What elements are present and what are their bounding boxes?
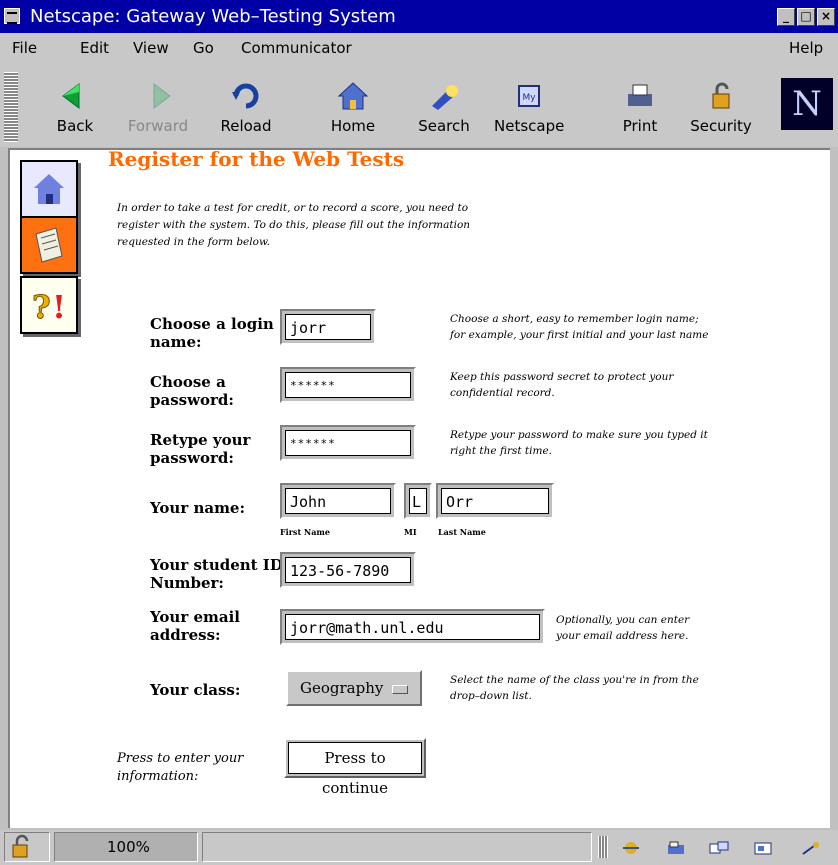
netscape-label: Netscape xyxy=(494,117,565,135)
page-title: Register for the Web Tests xyxy=(108,147,405,171)
intro-line-3: requested in the form below. xyxy=(117,236,271,248)
mailbox-icon[interactable] xyxy=(666,840,688,856)
continue-button[interactable]: Press to continue xyxy=(284,738,426,797)
security-button[interactable]: Security xyxy=(686,80,756,135)
back-button[interactable]: Back xyxy=(40,80,110,135)
menu-help[interactable]: Help xyxy=(789,39,823,57)
submit-prompt: Press to enter your information: xyxy=(117,751,244,784)
maximize-icon[interactable]: □ xyxy=(797,8,815,26)
student-id-input[interactable]: 123-56-7890 xyxy=(280,552,416,588)
unlocked-padlock-icon xyxy=(12,834,29,858)
search-flashlight-icon xyxy=(432,85,458,110)
retype-password-input[interactable]: ****** xyxy=(280,425,416,461)
netscape-logo[interactable]: N xyxy=(781,78,833,130)
menu-view[interactable]: View xyxy=(133,39,169,57)
first-name-input[interactable]: John xyxy=(280,483,396,519)
forward-arrow-icon xyxy=(153,83,171,109)
toolbar-grip[interactable] xyxy=(4,72,18,142)
middle-initial-input[interactable]: L xyxy=(404,483,432,519)
last-name-caption: Last Name xyxy=(438,527,486,537)
conference-icon[interactable] xyxy=(800,840,822,856)
class-help: Select the name of the class you're in f… xyxy=(450,674,699,702)
intro-line-2: register with the system. To do this, pl… xyxy=(117,219,471,231)
svg-text:My: My xyxy=(522,93,536,103)
middle-initial-caption: MI xyxy=(404,527,417,537)
class-label: Your class: xyxy=(150,681,241,699)
name-label: Your name: xyxy=(150,499,246,517)
home-icon xyxy=(337,82,369,110)
back-label: Back xyxy=(56,117,94,135)
notes-page-icon[interactable] xyxy=(20,216,78,274)
svg-text:!: ! xyxy=(52,288,66,326)
password-label: Choose a password: xyxy=(150,373,234,409)
back-arrow-icon xyxy=(62,83,80,109)
email-help: Optionally, you can enter your email addr… xyxy=(556,614,690,642)
window-title-bar[interactable]: Netscape: Gateway Web–Testing System _ □… xyxy=(0,0,838,33)
security-label: Security xyxy=(690,117,752,135)
password-input[interactable]: ****** xyxy=(280,367,416,403)
padlock-icon xyxy=(712,82,730,109)
password-help: Keep this password secret to protect you… xyxy=(450,371,674,399)
forward-button[interactable]: Forward xyxy=(123,80,193,135)
login-help: Choose a short, easy to remember login n… xyxy=(450,313,709,341)
menu-go[interactable]: Go xyxy=(193,39,214,57)
reload-icon xyxy=(232,83,259,109)
last-name-input[interactable]: Orr xyxy=(436,483,554,519)
window-title: Netscape: Gateway Web–Testing System xyxy=(30,6,396,27)
close-icon[interactable]: × xyxy=(817,8,835,26)
email-input[interactable]: jorr@math.unl.edu xyxy=(280,609,545,645)
home-label: Home xyxy=(330,117,376,135)
menu-communicator[interactable]: Communicator xyxy=(241,39,352,57)
student-id-label: Your student ID Number: xyxy=(150,556,283,592)
menu-bar: File Edit View Go Communicator Help xyxy=(0,33,838,64)
status-message xyxy=(202,832,592,862)
home-page-icon[interactable] xyxy=(20,160,78,218)
navigator-icon[interactable] xyxy=(620,840,642,856)
search-button[interactable]: Search xyxy=(409,80,479,135)
home-button[interactable]: Home xyxy=(318,80,388,135)
help-page-icon[interactable]: ? ! xyxy=(20,276,78,334)
class-select-value: Geography xyxy=(300,679,384,697)
email-label: Your email address: xyxy=(150,608,240,644)
svg-text:?: ? xyxy=(32,288,51,326)
retype-password-label: Retype your password: xyxy=(150,431,251,467)
my-netscape-icon: My xyxy=(518,85,540,107)
reload-label: Reload xyxy=(220,117,272,135)
class-select[interactable]: Geography xyxy=(286,670,422,706)
print-button[interactable]: Print xyxy=(605,80,675,135)
retype-password-help: Retype your password to make sure you ty… xyxy=(450,429,708,457)
window-menu-icon[interactable] xyxy=(4,8,20,24)
minimize-icon[interactable]: _ xyxy=(777,8,795,26)
menu-file[interactable]: File xyxy=(12,39,37,57)
print-label: Print xyxy=(622,117,658,135)
login-label: Choose a login name: xyxy=(150,315,274,351)
composer-icon[interactable] xyxy=(752,840,774,856)
search-label: Search xyxy=(418,117,470,135)
forward-label: Forward xyxy=(127,117,189,135)
login-input[interactable]: jorr xyxy=(280,309,376,345)
security-status-panel[interactable] xyxy=(4,832,50,862)
component-bar-grip[interactable] xyxy=(598,836,608,858)
dropdown-indicator-icon xyxy=(392,685,408,694)
first-name-caption: First Name xyxy=(280,527,330,537)
menu-edit[interactable]: Edit xyxy=(80,39,109,57)
zoom-level: 100% xyxy=(54,832,198,862)
reload-button[interactable]: Reload xyxy=(211,80,281,135)
netscape-button[interactable]: My Netscape xyxy=(494,80,564,135)
printer-icon xyxy=(628,84,652,106)
intro-line-1: In order to take a test for credit, or t… xyxy=(117,202,469,214)
discussion-groups-icon[interactable] xyxy=(708,840,730,856)
